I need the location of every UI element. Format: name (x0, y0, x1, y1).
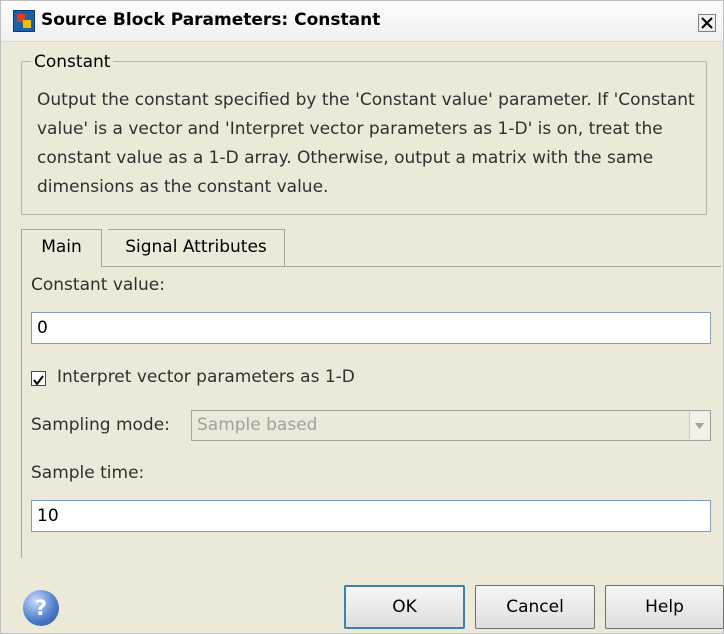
constant-value-input[interactable]: 0 (31, 312, 711, 344)
sample-time-input[interactable]: 10 (31, 500, 711, 532)
dropdown-button (689, 412, 709, 439)
sample-time-label: Sample time: (31, 463, 145, 483)
title-bar[interactable]: Source Block Parameters: Constant (1, 1, 723, 42)
sampling-mode-label: Sampling mode: (31, 415, 170, 435)
constant-value-label: Constant value: (31, 275, 165, 295)
chevron-down-icon (695, 423, 704, 429)
help-button[interactable]: Help (605, 585, 724, 629)
interpret-vector-checkbox[interactable] (31, 371, 46, 386)
ok-button[interactable]: OK (344, 585, 465, 629)
sampling-mode-select: Sample based (191, 410, 711, 441)
tab-main[interactable]: Main (21, 229, 102, 267)
close-button[interactable] (698, 14, 716, 32)
sampling-mode-value: Sample based (197, 415, 318, 435)
help-question-icon[interactable]: ? (23, 590, 59, 626)
close-icon (701, 17, 713, 29)
interpret-vector-label: Interpret vector parameters as 1-D (57, 367, 355, 387)
tab-signal-attributes[interactable]: Signal Attributes (108, 229, 285, 266)
checkmark-icon (33, 375, 44, 386)
group-legend: Constant (31, 52, 114, 72)
cancel-button[interactable]: Cancel (475, 585, 595, 629)
window-title: Source Block Parameters: Constant (41, 10, 381, 30)
source-block-parameters-dialog: Source Block Parameters: Constant Consta… (0, 0, 724, 634)
simulink-block-icon (13, 10, 35, 32)
block-description: Output the constant specified by the 'Co… (37, 90, 695, 197)
